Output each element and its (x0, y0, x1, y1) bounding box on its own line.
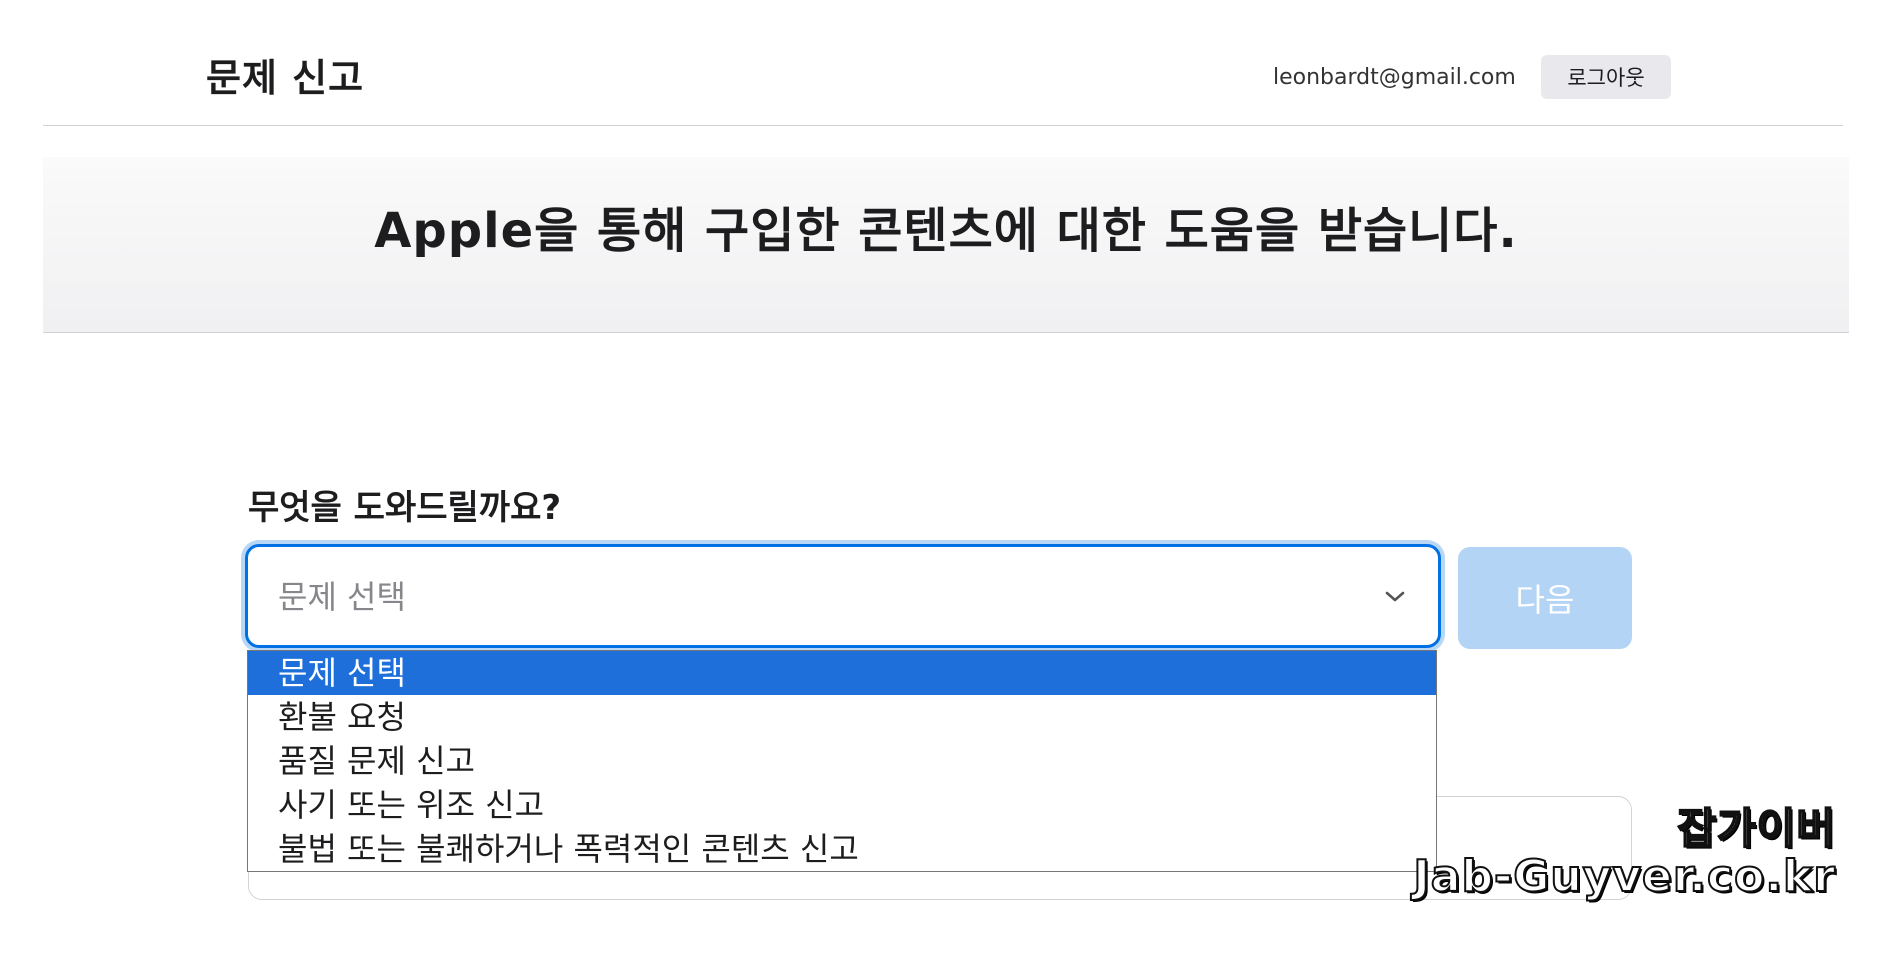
dropdown-option[interactable]: 문제 선택 (248, 651, 1436, 695)
issue-dropdown-list: 문제 선택 환불 요청 품질 문제 신고 사기 또는 위조 신고 불법 또는 불… (247, 650, 1437, 872)
dropdown-option[interactable]: 사기 또는 위조 신고 (248, 783, 1436, 827)
issue-select[interactable]: 문제 선택 (245, 544, 1441, 648)
hero-title: Apple을 통해 구입한 콘텐츠에 대한 도움을 받습니다. (374, 203, 1518, 259)
watermark: 잡가이버 Jab-Guyver.co.kr (1412, 804, 1836, 903)
chevron-down-icon (1385, 591, 1405, 602)
logout-button[interactable]: 로그아웃 (1541, 55, 1671, 99)
page: 문제 신고 leonbardt@gmail.com 로그아웃 Apple을 통해… (0, 0, 1886, 964)
account-email: leonbardt@gmail.com (1273, 65, 1516, 90)
dropdown-option[interactable]: 환불 요청 (248, 695, 1436, 739)
watermark-line2: Jab-Guyver.co.kr (1412, 851, 1836, 903)
watermark-line1: 잡가이버 (1676, 804, 1836, 853)
dropdown-option[interactable]: 불법 또는 불쾌하거나 폭력적인 콘텐츠 신고 (248, 827, 1436, 871)
question-label: 무엇을 도와드릴까요? (248, 488, 562, 528)
issue-select-value: 문제 선택 (278, 578, 406, 616)
dropdown-option[interactable]: 품질 문제 신고 (248, 739, 1436, 783)
hero-banner: Apple을 통해 구입한 콘텐츠에 대한 도움을 받습니다. (43, 157, 1849, 333)
page-title: 문제 신고 (206, 56, 365, 100)
header: 문제 신고 leonbardt@gmail.com 로그아웃 (43, 0, 1843, 126)
next-button[interactable]: 다음 (1458, 547, 1632, 649)
